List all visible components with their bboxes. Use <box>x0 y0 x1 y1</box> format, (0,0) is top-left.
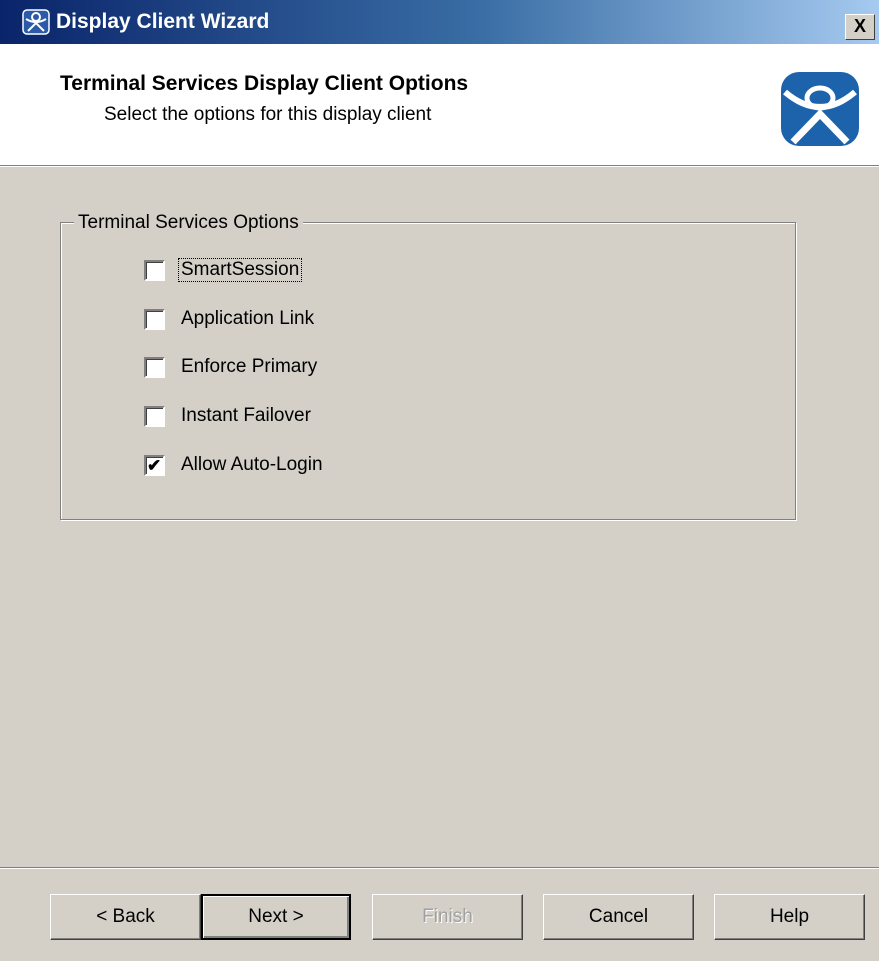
option-enforce-primary[interactable]: Enforce Primary <box>144 354 319 380</box>
option-smartsession[interactable]: SmartSession <box>144 257 303 283</box>
instant-failover-checkbox[interactable] <box>144 405 165 427</box>
option-allow-auto-login[interactable]: ✔ Allow Auto-Login <box>144 452 325 478</box>
page-subtitle: Select the options for this display clie… <box>104 104 432 125</box>
smartsession-checkbox[interactable] <box>144 259 165 281</box>
application-link-checkbox[interactable] <box>144 308 165 330</box>
help-button[interactable]: Help <box>714 894 865 940</box>
thinmanager-logo-icon <box>781 72 859 146</box>
back-button-label: < Back <box>96 906 155 927</box>
next-button-label: Next > <box>248 906 304 927</box>
cancel-button[interactable]: Cancel <box>543 894 694 940</box>
allow-auto-login-checkbox[interactable]: ✔ <box>144 454 165 476</box>
back-button[interactable]: < Back <box>50 894 201 940</box>
smartsession-label[interactable]: SmartSession <box>177 258 303 282</box>
group-label: Terminal Services Options <box>74 212 303 234</box>
cancel-button-label: Cancel <box>588 906 649 927</box>
enforce-primary-checkbox[interactable] <box>144 356 165 378</box>
check-mark-icon: ✔ <box>147 455 162 475</box>
thinmanager-icon <box>22 9 50 35</box>
footer-divider <box>0 867 879 869</box>
close-button[interactable]: X <box>845 14 875 40</box>
application-link-label[interactable]: Application Link <box>179 308 316 330</box>
window-title: Display Client Wizard <box>56 10 270 33</box>
allow-auto-login-label[interactable]: Allow Auto-Login <box>179 454 325 476</box>
option-instant-failover[interactable]: Instant Failover <box>144 403 313 429</box>
help-button-label: Help <box>769 906 810 927</box>
page-title: Terminal Services Display Client Options <box>60 72 469 95</box>
finish-button-label: Finish <box>422 906 473 927</box>
enforce-primary-label[interactable]: Enforce Primary <box>179 356 319 378</box>
title-bar[interactable]: Display Client Wizard X <box>0 0 879 44</box>
finish-button: Finish <box>372 894 523 940</box>
header-divider <box>0 165 879 167</box>
next-button[interactable]: Next > <box>201 894 351 940</box>
instant-failover-label[interactable]: Instant Failover <box>179 405 313 427</box>
option-application-link[interactable]: Application Link <box>144 306 316 332</box>
